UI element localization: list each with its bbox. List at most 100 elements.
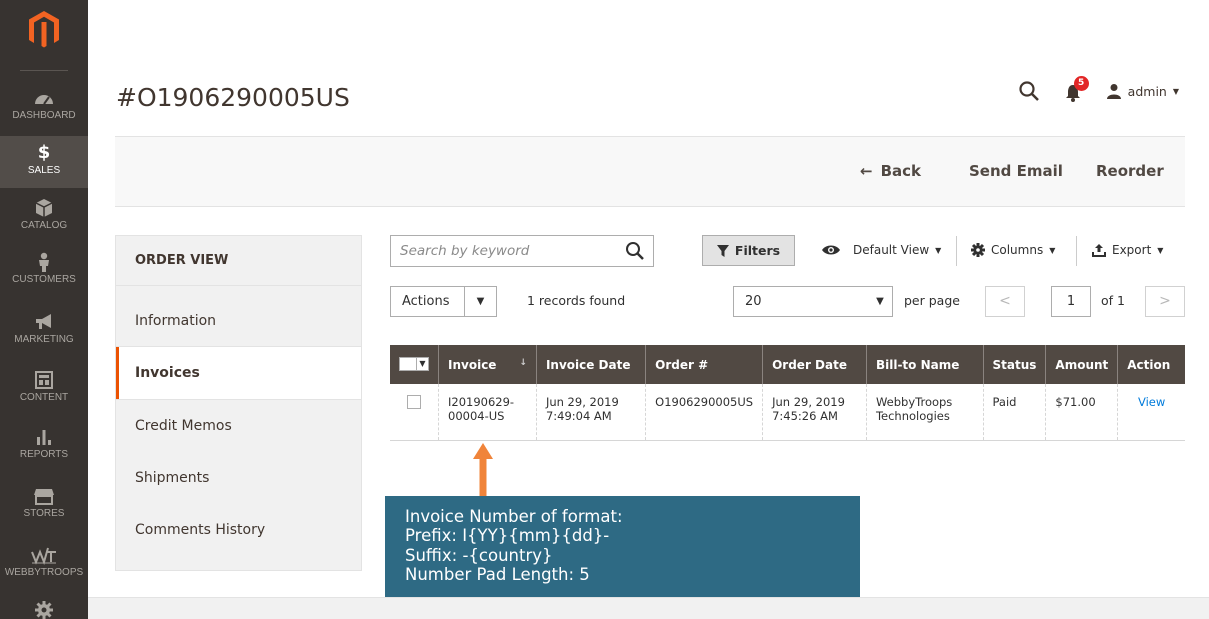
column-amount[interactable]: Amount bbox=[1045, 345, 1118, 384]
dashboard-icon bbox=[35, 95, 53, 105]
column-order-number[interactable]: Order # bbox=[645, 345, 763, 384]
nav-reports[interactable]: REPORTS bbox=[0, 427, 88, 471]
page-number-input[interactable]: 1 bbox=[1051, 286, 1091, 317]
order-date-line2: 7:45:26 AM bbox=[772, 409, 838, 424]
search-icon[interactable] bbox=[625, 241, 645, 261]
column-status[interactable]: Status bbox=[982, 345, 1046, 384]
invoice-date-line2: 7:49:04 AM bbox=[545, 409, 612, 424]
grid-header-row: ▼ Invoice ↓ Invoice Date Order # Order Da… bbox=[390, 345, 1185, 384]
default-view-dropdown[interactable]: Default View ▼ bbox=[821, 243, 941, 257]
bill-to-line2: Technologies bbox=[875, 409, 950, 424]
nav-customers-label: CUSTOMERS bbox=[12, 274, 76, 285]
total-pages: of 1 bbox=[1101, 293, 1125, 308]
per-page-select[interactable]: 20 ▼ bbox=[733, 286, 893, 317]
bill-to-line1: WebbyTroops bbox=[875, 395, 953, 409]
tab-comments-history[interactable]: Comments History bbox=[116, 504, 361, 556]
nav-dashboard-label: DASHBOARD bbox=[12, 110, 76, 121]
nav-content-label: CONTENT bbox=[19, 392, 69, 403]
chevron-down-icon: ▼ bbox=[464, 287, 496, 316]
row-checkbox[interactable] bbox=[407, 395, 421, 409]
invoice-number-line2: 00004-US bbox=[448, 409, 505, 424]
page-title: #O1906290005US bbox=[116, 83, 350, 112]
keyword-search bbox=[390, 235, 654, 267]
filters-button[interactable]: Filters bbox=[702, 235, 795, 266]
nav-webbytroops[interactable]: WEBBYTROOPS bbox=[0, 545, 88, 585]
bar-chart-icon bbox=[37, 430, 51, 445]
admin-user-menu[interactable]: admin ▼ bbox=[1106, 83, 1179, 99]
mass-select-checkbox[interactable]: ▼ bbox=[399, 356, 429, 371]
mass-select-header: ▼ bbox=[390, 345, 439, 384]
view-invoice-link[interactable]: View bbox=[1138, 395, 1165, 409]
invoices-grid: ▼ Invoice ↓ Invoice Date Order # Order Da… bbox=[390, 345, 1185, 441]
sort-arrow-icon: ↓ bbox=[519, 357, 527, 368]
nav-stores[interactable]: STORES bbox=[0, 486, 88, 530]
search-icon[interactable] bbox=[1018, 80, 1040, 102]
chevron-left-icon: < bbox=[999, 293, 1011, 309]
main-content: #O1906290005US 5 admin ▼ ← Back Send Emai… bbox=[88, 0, 1209, 604]
bill-to-name-cell: WebbyTroops Technologies bbox=[865, 384, 983, 441]
back-button[interactable]: ← Back bbox=[860, 162, 921, 180]
nav-sales[interactable]: $ SALES bbox=[0, 136, 88, 188]
search-input[interactable] bbox=[391, 236, 616, 266]
chevron-down-icon: ▼ bbox=[876, 296, 884, 307]
tab-shipments[interactable]: Shipments bbox=[116, 452, 361, 504]
column-invoice-date[interactable]: Invoice Date bbox=[535, 345, 646, 384]
notification-count-badge: 5 bbox=[1073, 76, 1089, 91]
chevron-down-icon: ▼ bbox=[935, 245, 942, 255]
sidebar-divider bbox=[20, 70, 68, 71]
nav-system[interactable] bbox=[0, 600, 88, 619]
columns-dropdown[interactable]: Columns ▼ bbox=[971, 243, 1055, 257]
column-action: Action bbox=[1117, 345, 1185, 384]
next-page-button[interactable]: > bbox=[1145, 286, 1185, 317]
notifications-button[interactable]: 5 bbox=[1064, 76, 1089, 102]
annotation-line: Number Pad Length: 5 bbox=[405, 564, 590, 584]
nav-catalog[interactable]: CATALOG bbox=[0, 198, 88, 242]
previous-page-button[interactable]: < bbox=[985, 286, 1025, 317]
user-icon bbox=[1106, 84, 1121, 99]
action-cell: View bbox=[1117, 384, 1185, 441]
page-action-bar: ← Back Send Email Reorder bbox=[115, 136, 1185, 207]
annotation-line: Suffix: -{country} bbox=[405, 545, 553, 565]
order-date-line1: Jun 29, 2019 bbox=[772, 395, 845, 409]
default-view-label: Default View bbox=[853, 243, 930, 257]
export-label: Export bbox=[1112, 243, 1152, 257]
amount-cell: $71.00 bbox=[1045, 384, 1118, 441]
nav-marketing[interactable]: MARKETING bbox=[0, 312, 88, 356]
tab-invoices[interactable]: Invoices bbox=[116, 347, 361, 399]
reorder-button[interactable]: Reorder bbox=[1096, 162, 1164, 180]
invoice-date-line1: Jun 29, 2019 bbox=[545, 395, 619, 409]
chevron-right-icon: > bbox=[1159, 293, 1171, 309]
nav-stores-label: STORES bbox=[23, 508, 65, 519]
column-invoice-label: Invoice bbox=[448, 357, 497, 372]
storefront-icon bbox=[34, 489, 54, 505]
tab-information[interactable]: Information bbox=[116, 286, 361, 346]
webbytroops-icon bbox=[31, 547, 56, 565]
megaphone-icon bbox=[36, 314, 51, 329]
table-row[interactable]: I20190629- 00004-US Jun 29, 2019 7:49:04 A… bbox=[390, 384, 1185, 441]
column-bill-to-name[interactable]: Bill-to Name bbox=[865, 345, 983, 384]
nav-dashboard[interactable]: DASHBOARD bbox=[0, 88, 88, 134]
dollar-icon: $ bbox=[37, 142, 51, 163]
tab-credit-memos[interactable]: Credit Memos bbox=[116, 400, 361, 452]
columns-label: Columns bbox=[991, 243, 1044, 257]
column-order-date[interactable]: Order Date bbox=[762, 345, 867, 384]
magento-logo-icon[interactable] bbox=[27, 10, 61, 50]
admin-username: admin bbox=[1127, 83, 1167, 99]
nav-webbytroops-label: WEBBYTROOPS bbox=[4, 567, 84, 578]
nav-customers[interactable]: CUSTOMERS bbox=[0, 252, 88, 296]
actions-label: Actions bbox=[402, 294, 450, 309]
nav-content[interactable]: CONTENT bbox=[0, 370, 88, 414]
column-invoice[interactable]: Invoice ↓ bbox=[438, 345, 537, 384]
chevron-down-icon: ▼ bbox=[1172, 86, 1179, 96]
order-date-cell: Jun 29, 2019 7:45:26 AM bbox=[762, 384, 867, 441]
per-page-value: 20 bbox=[745, 294, 762, 309]
send-email-button[interactable]: Send Email bbox=[969, 162, 1063, 180]
invoice-cell: I20190629- 00004-US bbox=[438, 384, 537, 441]
order-view-tabs: ORDER VIEW Information Invoices Credit M… bbox=[115, 235, 362, 571]
mass-actions-select[interactable]: Actions ▼ bbox=[390, 286, 497, 317]
export-dropdown[interactable]: Export ▼ bbox=[1092, 243, 1163, 257]
chevron-down-icon: ▼ bbox=[1049, 245, 1056, 255]
nav-reports-label: REPORTS bbox=[19, 449, 69, 460]
gear-icon bbox=[971, 243, 985, 257]
upload-icon bbox=[1092, 243, 1106, 257]
